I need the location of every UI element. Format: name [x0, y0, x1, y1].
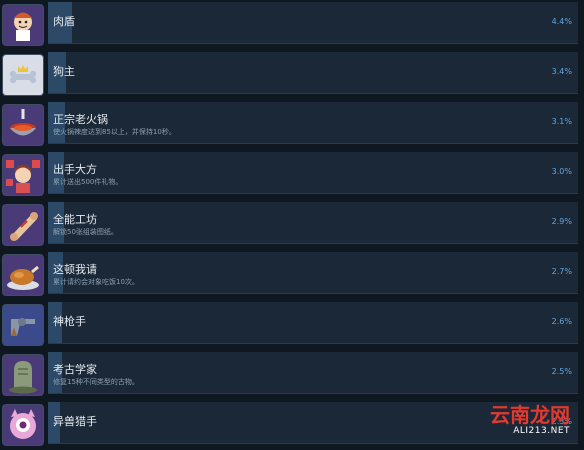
achievement-bar: 考古学家 修复15种不同类型的古物。 2.5% [48, 352, 578, 394]
achievement-row[interactable]: 考古学家 修复15种不同类型的古物。 2.5% [0, 350, 584, 400]
achievement-title: 肉盾 [53, 15, 75, 28]
watermark-brand: 云南龙网 [490, 403, 570, 427]
achievement-row[interactable]: 出手大方 累计送出500件礼物。 3.0% [0, 150, 584, 200]
achievement-title: 神枪手 [53, 315, 86, 328]
achievement-percent: 3.4% [551, 67, 572, 76]
achievement-description: 修复15种不同类型的古物。 [53, 378, 139, 386]
achievement-bar: 狗主 3.4% [48, 52, 578, 94]
achievement-title: 全能工坊 [53, 213, 97, 226]
achievement-percent: 3.1% [551, 117, 572, 126]
achievement-percent: 3.0% [551, 167, 572, 176]
achievement-bar: 肉盾 4.4% [48, 2, 578, 44]
achievement-description: 解锁50张组装图纸。 [53, 228, 118, 236]
achievement-row[interactable]: 神枪手 2.6% [0, 300, 584, 350]
achievement-bar: 出手大方 累计送出500件礼物。 3.0% [48, 152, 578, 194]
achievement-bar: 神枪手 2.6% [48, 302, 578, 344]
achievement-row[interactable]: 这顿我请 累计请约会对象吃饭10次。 2.7% [0, 250, 584, 300]
watermark: 云南龙网 ALI213.NET [490, 404, 570, 436]
achievement-percent: 2.6% [551, 317, 572, 326]
watermark-url: ALI213.NET [513, 426, 570, 436]
achievement-title: 这顿我请 [53, 263, 97, 276]
gift-girl-icon [2, 154, 44, 196]
achievement-description: 使火锅辣度达到85以上，并保持10秒。 [53, 128, 176, 136]
achievement-percent: 4.4% [551, 17, 572, 26]
revolver-icon [2, 304, 44, 346]
achievement-percent: 2.5% [551, 367, 572, 376]
achievement-bar: 这顿我请 累计请约会对象吃饭10次。 2.7% [48, 252, 578, 294]
crying-boy-icon [2, 4, 44, 46]
achievement-title: 异兽猎手 [53, 415, 97, 428]
achievement-bar: 正宗老火锅 使火锅辣度达到85以上，并保持10秒。 3.1% [48, 102, 578, 144]
achievement-bar: 全能工坊 解锁50张组装图纸。 2.9% [48, 202, 578, 244]
scroll-icon [2, 204, 44, 246]
gravestone-icon [2, 354, 44, 396]
achievement-title: 出手大方 [53, 163, 97, 176]
roast-chicken-icon [2, 254, 44, 296]
achievement-row[interactable]: 正宗老火锅 使火锅辣度达到85以上，并保持10秒。 3.1% [0, 100, 584, 150]
achievement-percent: 2.7% [551, 267, 572, 276]
one-eyed-beast-icon [2, 404, 44, 446]
achievement-percent: 2.9% [551, 217, 572, 226]
achievement-description: 累计送出500件礼物。 [53, 178, 123, 186]
bone-crown-icon [2, 54, 44, 96]
achievement-description: 累计请约会对象吃饭10次。 [53, 278, 139, 286]
hotpot-icon [2, 104, 44, 146]
achievement-row[interactable]: 肉盾 4.4% [0, 0, 584, 50]
achievement-row[interactable]: 全能工坊 解锁50张组装图纸。 2.9% [0, 200, 584, 250]
achievement-title: 正宗老火锅 [53, 113, 108, 126]
achievement-row[interactable]: 狗主 3.4% [0, 50, 584, 100]
achievement-list: 肉盾 4.4% 狗主 3.4% 正宗老火锅 使火锅辣度达到85以上，并保持10秒… [0, 0, 584, 446]
achievement-title: 考古学家 [53, 363, 97, 376]
achievement-title: 狗主 [53, 65, 75, 78]
